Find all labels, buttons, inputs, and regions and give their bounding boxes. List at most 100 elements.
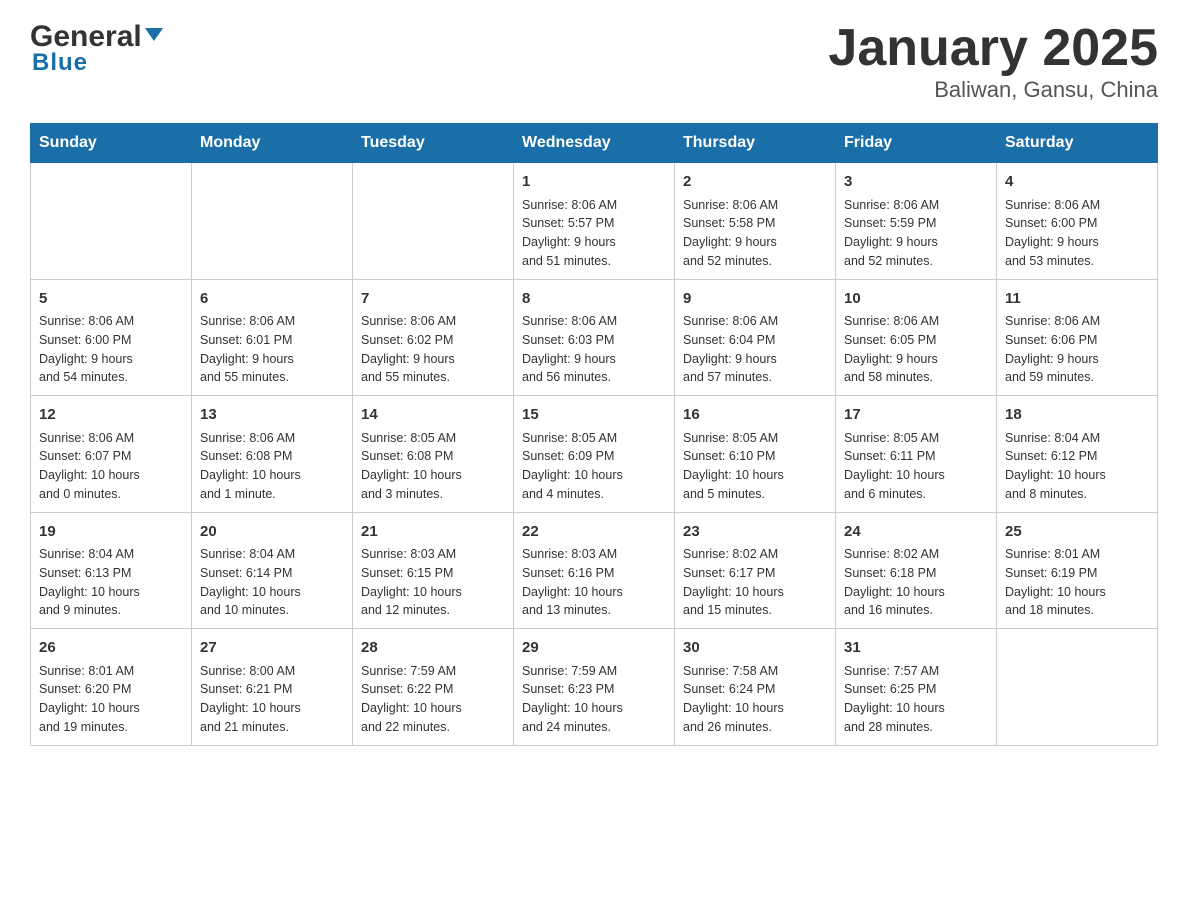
day-number: 30 xyxy=(683,637,827,660)
day-info: Sunrise: 8:06 AM Sunset: 6:03 PM Dayligh… xyxy=(522,312,666,387)
day-info: Sunrise: 8:04 AM Sunset: 6:14 PM Dayligh… xyxy=(200,545,344,620)
day-info: Sunrise: 8:06 AM Sunset: 6:05 PM Dayligh… xyxy=(844,312,988,387)
day-info: Sunrise: 8:06 AM Sunset: 6:00 PM Dayligh… xyxy=(39,312,183,387)
day-number: 15 xyxy=(522,404,666,427)
day-number: 12 xyxy=(39,404,183,427)
day-info: Sunrise: 8:01 AM Sunset: 6:19 PM Dayligh… xyxy=(1005,545,1149,620)
day-info: Sunrise: 8:06 AM Sunset: 6:00 PM Dayligh… xyxy=(1005,196,1149,271)
day-info: Sunrise: 8:04 AM Sunset: 6:13 PM Dayligh… xyxy=(39,545,183,620)
logo-blue: Blue xyxy=(30,49,163,77)
calendar-cell: 9Sunrise: 8:06 AM Sunset: 6:04 PM Daylig… xyxy=(675,279,836,396)
calendar-cell: 31Sunrise: 7:57 AM Sunset: 6:25 PM Dayli… xyxy=(836,629,997,746)
calendar-week-row: 1Sunrise: 8:06 AM Sunset: 5:57 PM Daylig… xyxy=(31,163,1158,280)
day-number: 16 xyxy=(683,404,827,427)
calendar-week-row: 26Sunrise: 8:01 AM Sunset: 6:20 PM Dayli… xyxy=(31,629,1158,746)
page-subtitle: Baliwan, Gansu, China xyxy=(828,77,1158,103)
day-info: Sunrise: 8:01 AM Sunset: 6:20 PM Dayligh… xyxy=(39,662,183,737)
day-info: Sunrise: 8:05 AM Sunset: 6:10 PM Dayligh… xyxy=(683,429,827,504)
calendar-week-row: 5Sunrise: 8:06 AM Sunset: 6:00 PM Daylig… xyxy=(31,279,1158,396)
day-info: Sunrise: 8:06 AM Sunset: 6:02 PM Dayligh… xyxy=(361,312,505,387)
calendar-cell: 29Sunrise: 7:59 AM Sunset: 6:23 PM Dayli… xyxy=(514,629,675,746)
weekday-header-sunday: Sunday xyxy=(31,124,192,163)
day-info: Sunrise: 8:06 AM Sunset: 6:01 PM Dayligh… xyxy=(200,312,344,387)
calendar-week-row: 19Sunrise: 8:04 AM Sunset: 6:13 PM Dayli… xyxy=(31,512,1158,629)
page-header: General Blue January 2025 Baliwan, Gansu… xyxy=(30,20,1158,103)
day-info: Sunrise: 8:02 AM Sunset: 6:17 PM Dayligh… xyxy=(683,545,827,620)
day-info: Sunrise: 7:59 AM Sunset: 6:23 PM Dayligh… xyxy=(522,662,666,737)
calendar-cell: 24Sunrise: 8:02 AM Sunset: 6:18 PM Dayli… xyxy=(836,512,997,629)
day-info: Sunrise: 7:58 AM Sunset: 6:24 PM Dayligh… xyxy=(683,662,827,737)
day-info: Sunrise: 8:06 AM Sunset: 5:59 PM Dayligh… xyxy=(844,196,988,271)
calendar-cell: 28Sunrise: 7:59 AM Sunset: 6:22 PM Dayli… xyxy=(353,629,514,746)
day-number: 4 xyxy=(1005,171,1149,194)
day-number: 24 xyxy=(844,521,988,544)
day-info: Sunrise: 7:59 AM Sunset: 6:22 PM Dayligh… xyxy=(361,662,505,737)
day-number: 7 xyxy=(361,288,505,311)
day-info: Sunrise: 8:02 AM Sunset: 6:18 PM Dayligh… xyxy=(844,545,988,620)
day-number: 9 xyxy=(683,288,827,311)
calendar-cell: 19Sunrise: 8:04 AM Sunset: 6:13 PM Dayli… xyxy=(31,512,192,629)
calendar-cell: 4Sunrise: 8:06 AM Sunset: 6:00 PM Daylig… xyxy=(997,163,1158,280)
calendar-cell xyxy=(192,163,353,280)
calendar-cell: 18Sunrise: 8:04 AM Sunset: 6:12 PM Dayli… xyxy=(997,396,1158,513)
calendar-body: 1Sunrise: 8:06 AM Sunset: 5:57 PM Daylig… xyxy=(31,163,1158,746)
day-number: 25 xyxy=(1005,521,1149,544)
day-number: 31 xyxy=(844,637,988,660)
day-number: 20 xyxy=(200,521,344,544)
day-info: Sunrise: 8:06 AM Sunset: 6:07 PM Dayligh… xyxy=(39,429,183,504)
calendar-cell: 22Sunrise: 8:03 AM Sunset: 6:16 PM Dayli… xyxy=(514,512,675,629)
weekday-header-wednesday: Wednesday xyxy=(514,124,675,163)
calendar-cell: 16Sunrise: 8:05 AM Sunset: 6:10 PM Dayli… xyxy=(675,396,836,513)
calendar-cell: 6Sunrise: 8:06 AM Sunset: 6:01 PM Daylig… xyxy=(192,279,353,396)
weekday-header-saturday: Saturday xyxy=(997,124,1158,163)
calendar-cell: 21Sunrise: 8:03 AM Sunset: 6:15 PM Dayli… xyxy=(353,512,514,629)
day-number: 13 xyxy=(200,404,344,427)
day-number: 3 xyxy=(844,171,988,194)
day-info: Sunrise: 7:57 AM Sunset: 6:25 PM Dayligh… xyxy=(844,662,988,737)
calendar-cell: 7Sunrise: 8:06 AM Sunset: 6:02 PM Daylig… xyxy=(353,279,514,396)
day-number: 19 xyxy=(39,521,183,544)
calendar-week-row: 12Sunrise: 8:06 AM Sunset: 6:07 PM Dayli… xyxy=(31,396,1158,513)
day-info: Sunrise: 8:04 AM Sunset: 6:12 PM Dayligh… xyxy=(1005,429,1149,504)
calendar-cell: 15Sunrise: 8:05 AM Sunset: 6:09 PM Dayli… xyxy=(514,396,675,513)
weekday-header-row: SundayMondayTuesdayWednesdayThursdayFrid… xyxy=(31,124,1158,163)
day-number: 26 xyxy=(39,637,183,660)
day-number: 2 xyxy=(683,171,827,194)
page-title: January 2025 xyxy=(828,20,1158,77)
day-info: Sunrise: 8:03 AM Sunset: 6:16 PM Dayligh… xyxy=(522,545,666,620)
weekday-header-friday: Friday xyxy=(836,124,997,163)
calendar-cell: 26Sunrise: 8:01 AM Sunset: 6:20 PM Dayli… xyxy=(31,629,192,746)
day-number: 11 xyxy=(1005,288,1149,311)
day-info: Sunrise: 8:00 AM Sunset: 6:21 PM Dayligh… xyxy=(200,662,344,737)
day-number: 22 xyxy=(522,521,666,544)
day-info: Sunrise: 8:06 AM Sunset: 6:06 PM Dayligh… xyxy=(1005,312,1149,387)
calendar-cell: 12Sunrise: 8:06 AM Sunset: 6:07 PM Dayli… xyxy=(31,396,192,513)
day-info: Sunrise: 8:06 AM Sunset: 5:58 PM Dayligh… xyxy=(683,196,827,271)
calendar-cell: 23Sunrise: 8:02 AM Sunset: 6:17 PM Dayli… xyxy=(675,512,836,629)
day-number: 27 xyxy=(200,637,344,660)
calendar-cell xyxy=(353,163,514,280)
calendar-cell xyxy=(997,629,1158,746)
calendar-cell xyxy=(31,163,192,280)
calendar-cell: 27Sunrise: 8:00 AM Sunset: 6:21 PM Dayli… xyxy=(192,629,353,746)
calendar-cell: 17Sunrise: 8:05 AM Sunset: 6:11 PM Dayli… xyxy=(836,396,997,513)
day-number: 1 xyxy=(522,171,666,194)
calendar-cell: 20Sunrise: 8:04 AM Sunset: 6:14 PM Dayli… xyxy=(192,512,353,629)
calendar-cell: 3Sunrise: 8:06 AM Sunset: 5:59 PM Daylig… xyxy=(836,163,997,280)
weekday-header-monday: Monday xyxy=(192,124,353,163)
title-block: January 2025 Baliwan, Gansu, China xyxy=(828,20,1158,103)
day-number: 18 xyxy=(1005,404,1149,427)
calendar-cell: 30Sunrise: 7:58 AM Sunset: 6:24 PM Dayli… xyxy=(675,629,836,746)
calendar-cell: 5Sunrise: 8:06 AM Sunset: 6:00 PM Daylig… xyxy=(31,279,192,396)
day-info: Sunrise: 8:03 AM Sunset: 6:15 PM Dayligh… xyxy=(361,545,505,620)
calendar-cell: 11Sunrise: 8:06 AM Sunset: 6:06 PM Dayli… xyxy=(997,279,1158,396)
day-number: 29 xyxy=(522,637,666,660)
weekday-header-thursday: Thursday xyxy=(675,124,836,163)
day-info: Sunrise: 8:06 AM Sunset: 5:57 PM Dayligh… xyxy=(522,196,666,271)
calendar-cell: 25Sunrise: 8:01 AM Sunset: 6:19 PM Dayli… xyxy=(997,512,1158,629)
day-info: Sunrise: 8:06 AM Sunset: 6:04 PM Dayligh… xyxy=(683,312,827,387)
day-info: Sunrise: 8:05 AM Sunset: 6:08 PM Dayligh… xyxy=(361,429,505,504)
calendar-cell: 8Sunrise: 8:06 AM Sunset: 6:03 PM Daylig… xyxy=(514,279,675,396)
day-number: 17 xyxy=(844,404,988,427)
day-number: 5 xyxy=(39,288,183,311)
